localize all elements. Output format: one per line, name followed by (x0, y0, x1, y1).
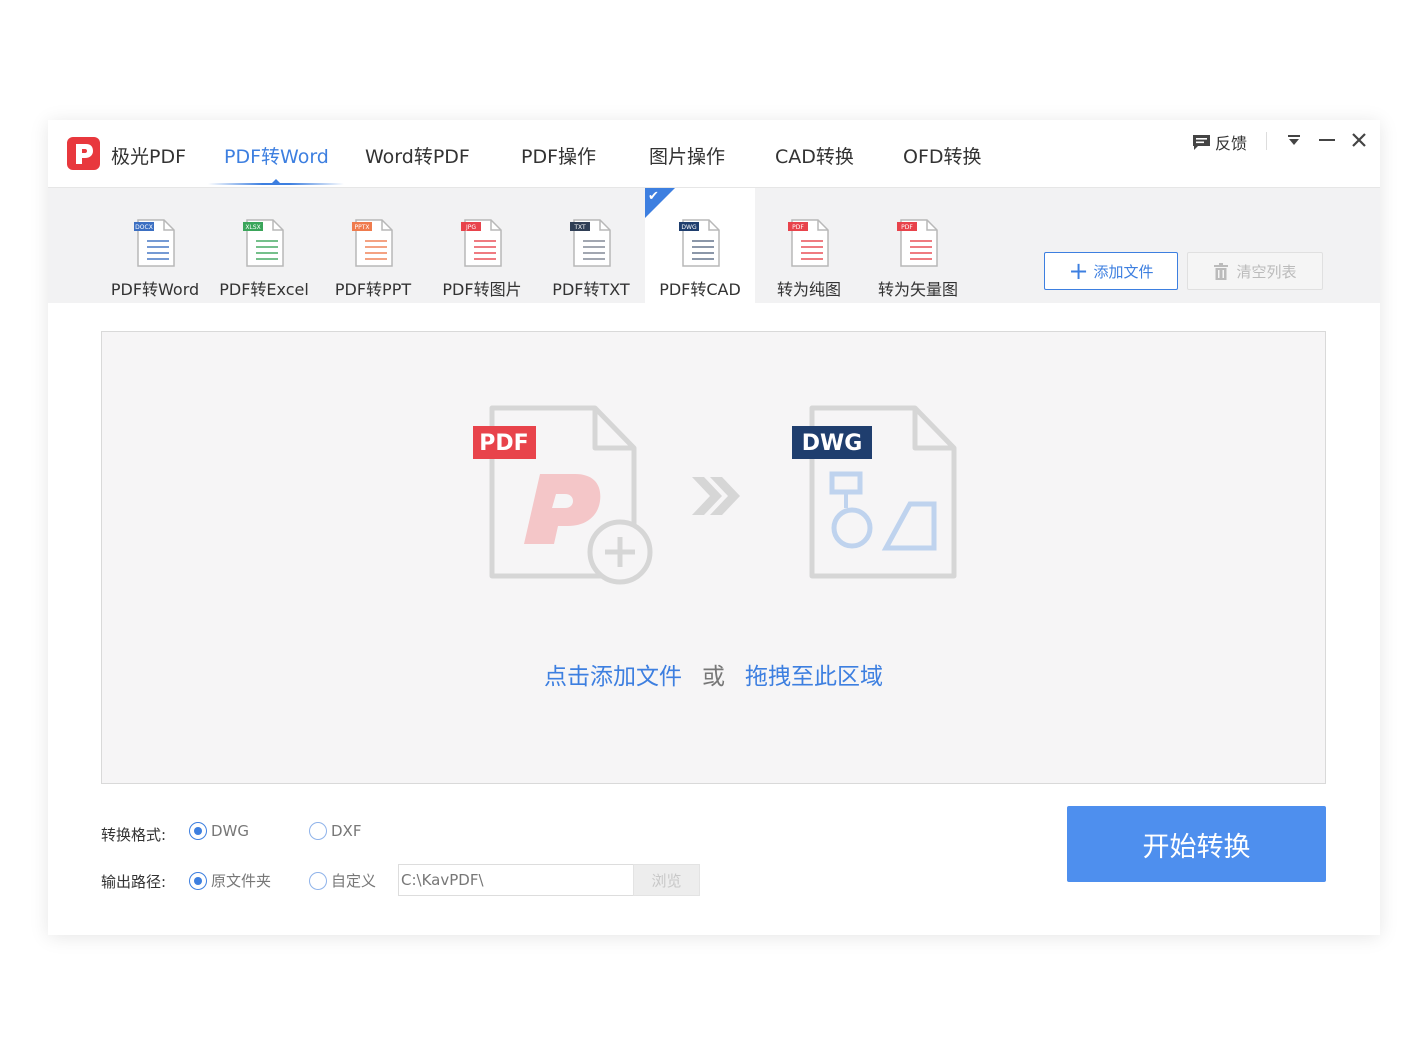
docx-file-icon: DOCX (134, 219, 175, 267)
format-radio-dxf[interactable]: DXF (309, 822, 361, 840)
txt-file-icon: TXT (570, 219, 611, 267)
conversion-toolbar: DOCX PDF转Word XLSX PDF转Excel PPTX PDF转PP… (48, 188, 1380, 303)
jpg-file-icon: JPG (461, 219, 502, 267)
nav-word-to-pdf[interactable]: Word转PDF (365, 142, 470, 169)
radio-selected-icon (189, 822, 207, 840)
svg-text:PDF: PDF (901, 224, 913, 231)
clear-list-button[interactable]: 清空列表 (1187, 252, 1323, 290)
dwg-badge-text: DWG (802, 431, 863, 456)
start-convert-button[interactable]: 开始转换 (1067, 806, 1326, 882)
tool-label: PDF转Excel (219, 280, 309, 299)
tool-label: PDF转PPT (334, 280, 412, 299)
pdf-document-illustration: PDF (473, 405, 653, 585)
pdf-badge-text: PDF (479, 431, 528, 456)
pdf-vector-file-icon: PDF (897, 219, 938, 267)
close-button[interactable] (1349, 130, 1369, 150)
plus-icon: + (1068, 257, 1089, 285)
nav-cad-conversion[interactable]: CAD转换 (775, 142, 854, 169)
tool-pdf-to-txt[interactable]: TXT PDF转TXT (541, 188, 641, 303)
drop-instructions: 点击添加文件或拖拽至此区域 (102, 657, 1325, 691)
pdf-image-file-icon: PDF (788, 219, 829, 267)
dwg-file-icon: DWG (679, 219, 720, 267)
output-radio-source-folder[interactable]: 原文件夹 (189, 870, 271, 891)
tool-label: PDF转Word (110, 280, 200, 299)
format-label: 转换格式: (101, 826, 167, 844)
svg-text:JPG: JPG (465, 224, 476, 231)
output-option-label: 自定义 (331, 872, 377, 890)
click-add-file-link[interactable]: 点击添加文件 (544, 664, 682, 690)
nav-pdf-operations[interactable]: PDF操作 (521, 142, 596, 169)
header-divider (1266, 132, 1267, 150)
tool-label: 转为纯图 (776, 280, 841, 299)
tool-pdf-to-ppt[interactable]: PPTX PDF转PPT (323, 188, 423, 303)
nav-image-operations[interactable]: 图片操作 (649, 142, 725, 169)
tool-pdf-to-cad[interactable]: ✔ DWG PDF转CAD (645, 188, 755, 303)
double-chevron-right-icon (692, 477, 740, 515)
app-logo-icon (67, 137, 100, 170)
xlsx-file-icon: XLSX (243, 219, 284, 267)
dropdown-menu-button[interactable] (1284, 130, 1304, 150)
active-nav-caret (271, 179, 281, 184)
output-path-label: 输出路径: (101, 873, 167, 891)
tool-to-vector-image[interactable]: PDF 转为矢量图 (863, 188, 973, 303)
output-radio-custom[interactable]: 自定义 (309, 870, 376, 891)
tool-pdf-to-image[interactable]: JPG PDF转图片 (432, 188, 532, 303)
svg-text:DWG: DWG (681, 224, 697, 231)
checkmark-icon: ✔ (648, 189, 659, 204)
svg-text:PPTX: PPTX (354, 224, 369, 231)
format-option-label: DXF (331, 822, 362, 840)
feedback-button[interactable]: 反馈 (1192, 130, 1247, 154)
dwg-document-illustration: DWG (792, 405, 957, 579)
file-drop-zone[interactable]: PDF DWG 点击添加文件或拖拽至此区域 (101, 331, 1326, 784)
minimize-icon (1319, 139, 1335, 141)
radio-unselected-icon (309, 871, 327, 890)
pptx-file-icon: PPTX (352, 219, 393, 267)
app-window: 极光PDF PDF转Word Word转PDF PDF操作 图片操作 CAD转换… (48, 120, 1380, 935)
tool-pdf-to-excel[interactable]: XLSX PDF转Excel (214, 188, 314, 303)
menu-dropdown-icon (1288, 135, 1300, 145)
browse-button[interactable]: 浏览 (633, 864, 700, 896)
drag-here-text: 拖拽至此区域 (745, 664, 883, 690)
svg-text:TXT: TXT (573, 224, 586, 231)
close-icon (1352, 133, 1366, 147)
svg-text:PDF: PDF (792, 224, 804, 231)
format-radio-dwg[interactable]: DWG (189, 822, 249, 840)
radio-unselected-icon (309, 822, 327, 840)
format-option-label: DWG (211, 822, 250, 840)
svg-text:XLSX: XLSX (245, 224, 260, 231)
tool-label: PDF转图片 (442, 280, 522, 299)
nav-pdf-to-word[interactable]: PDF转Word (224, 142, 329, 169)
trash-icon (1214, 262, 1229, 280)
clear-list-label: 清空列表 (1236, 262, 1297, 281)
svg-text:DOCX: DOCX (135, 224, 153, 231)
app-name: 极光PDF (111, 146, 187, 168)
or-text: 或 (702, 664, 725, 690)
tool-to-raster-image[interactable]: PDF 转为纯图 (759, 188, 859, 303)
tool-pdf-to-word[interactable]: DOCX PDF转Word (105, 188, 205, 303)
title-bar: 极光PDF PDF转Word Word转PDF PDF操作 图片操作 CAD转换… (48, 120, 1380, 188)
add-file-label: 添加文件 (1093, 262, 1154, 281)
nav-ofd-conversion[interactable]: OFD转换 (903, 142, 982, 169)
tool-label: 转为矢量图 (877, 280, 958, 299)
tool-label: PDF转TXT (552, 280, 630, 299)
minimize-button[interactable] (1317, 130, 1337, 150)
feedback-icon (1193, 134, 1210, 150)
output-path-input[interactable]: C:\KavPDF\ (398, 864, 634, 896)
output-option-label: 原文件夹 (211, 872, 272, 890)
feedback-label: 反馈 (1215, 134, 1248, 153)
radio-selected-icon (189, 871, 207, 890)
tool-label: PDF转CAD (659, 280, 741, 299)
add-file-button[interactable]: + 添加文件 (1044, 252, 1178, 290)
